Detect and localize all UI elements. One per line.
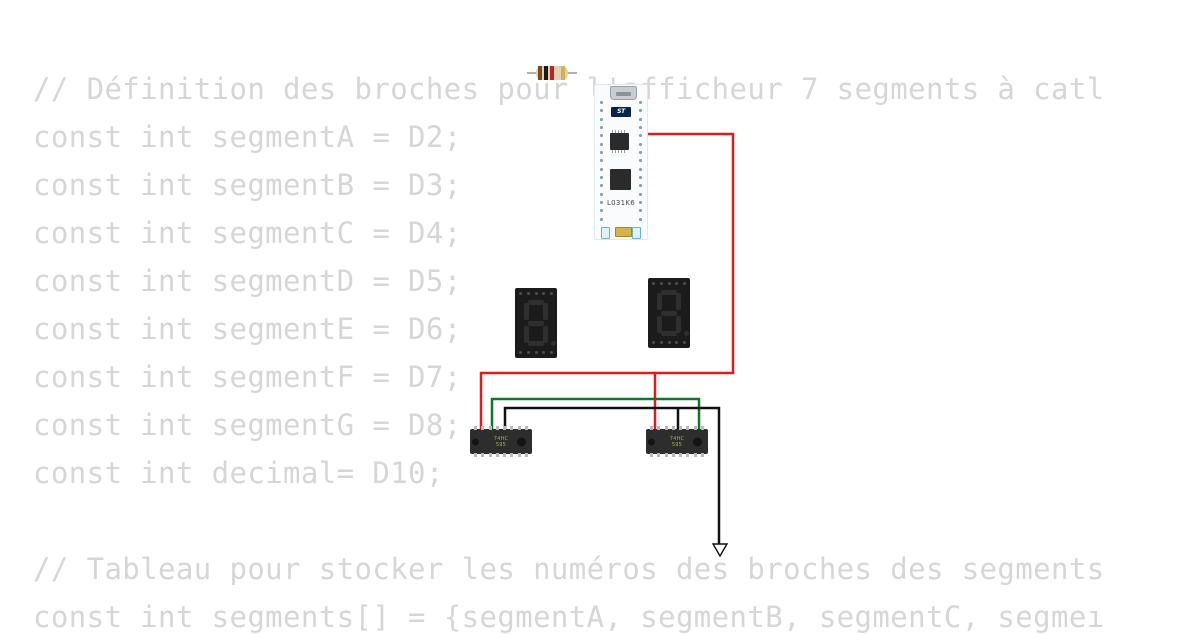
segment-f: [657, 293, 662, 310]
pin: [600, 192, 603, 196]
pin: [600, 176, 603, 180]
resistor-band: [550, 66, 554, 80]
ic-pins-bottom: [474, 453, 528, 457]
pin: [639, 192, 642, 196]
segment-d: [528, 341, 544, 346]
circuit-diagram-overlay: ST L031K6 74HC 595 74HC 595: [0, 0, 1200, 630]
segment-decimal-point: [551, 341, 556, 346]
pin: [600, 159, 603, 163]
ground-symbol: [712, 543, 728, 557]
resistor-band: [544, 66, 548, 80]
display-pin-row-bottom: [519, 351, 553, 354]
pin: [639, 209, 642, 213]
ic-part-label: 74HC 595: [646, 436, 708, 448]
pin: [639, 117, 642, 121]
mcu-chip-top: [610, 130, 629, 153]
mcu-chip-bottom: [610, 169, 631, 190]
display-pin-row-top: [519, 292, 553, 295]
pin: [639, 151, 642, 155]
pin-header-left: [597, 101, 606, 221]
segment-a: [528, 300, 544, 305]
shift-register-ic-right: 74HC 595: [646, 426, 708, 457]
pin: [600, 217, 603, 221]
ic-part-label: 74HC 595: [470, 436, 532, 448]
pin: [639, 126, 642, 130]
usb-connector-icon: [610, 86, 637, 100]
pin: [639, 134, 642, 138]
micro-usb-connector-icon: [615, 227, 632, 237]
ic-part-line2: 595: [495, 441, 507, 448]
pin: [600, 184, 603, 188]
segment-g: [661, 311, 677, 316]
pin: [600, 201, 603, 205]
resistor-band: [538, 66, 542, 80]
pin: [639, 109, 642, 113]
segment-f: [524, 303, 529, 320]
nucleo-board: ST L031K6: [594, 84, 648, 240]
pin: [639, 159, 642, 163]
resistor-body: [536, 66, 568, 80]
pin: [600, 151, 603, 155]
pin: [600, 209, 603, 213]
pin: [639, 176, 642, 180]
pin: [600, 126, 603, 130]
shift-register-ic-left: 74HC 595: [470, 426, 532, 457]
segment-c: [676, 316, 681, 333]
display-digit-glyph: [524, 300, 556, 346]
segment-decimal-point: [684, 331, 689, 336]
pin: [639, 167, 642, 171]
resistor-band: [561, 66, 565, 80]
pin: [639, 142, 642, 146]
pin-header-right: [636, 101, 645, 221]
pin: [600, 142, 603, 146]
pin: [600, 117, 603, 121]
segment-b: [676, 293, 681, 310]
pin: [639, 217, 642, 221]
seven-segment-display-left: [515, 288, 557, 358]
ic-part-line2: 595: [671, 441, 683, 448]
seven-segment-display-right: [648, 278, 690, 348]
segment-d: [661, 331, 677, 336]
segment-b: [543, 303, 548, 320]
resistor: [527, 63, 577, 83]
pin: [600, 101, 603, 104]
display-digit-glyph: [657, 290, 689, 336]
pin: [600, 134, 603, 138]
segment-c: [543, 326, 548, 343]
ic-pins-bottom: [650, 453, 704, 457]
pin: [600, 109, 603, 113]
display-pin-row-top: [652, 282, 686, 285]
pin: [639, 201, 642, 205]
pin: [639, 101, 642, 104]
user-button[interactable]: [632, 227, 641, 239]
pin: [639, 184, 642, 188]
pin: [600, 167, 603, 171]
reset-button[interactable]: [601, 227, 610, 239]
ic-pins-top: [650, 426, 704, 430]
display-pin-row-bottom: [652, 341, 686, 344]
ic-pins-top: [474, 426, 528, 430]
st-logo: ST: [611, 107, 631, 117]
segment-a: [661, 290, 677, 295]
segment-g: [528, 321, 544, 326]
